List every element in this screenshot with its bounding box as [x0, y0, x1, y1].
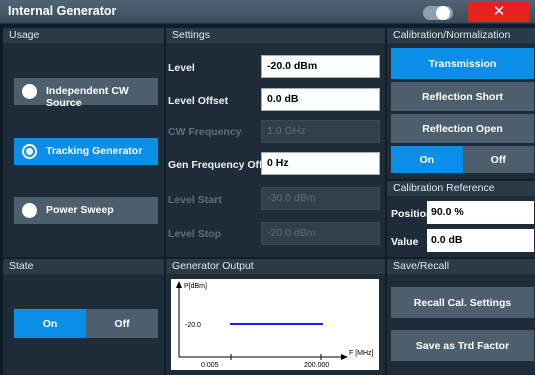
x-stop-label: 200.000	[304, 362, 329, 369]
gen-frequency-offset-label: Gen Frequency Offs	[168, 159, 269, 171]
toggle-knob	[436, 6, 450, 20]
usage-option-tracking-generator[interactable]: Tracking Generator	[14, 138, 158, 165]
level-field[interactable]: -20.0 dBm	[261, 55, 380, 78]
output-plot: P[dBm] -20.0 0.005 200.000 F [MHz]	[176, 281, 374, 369]
save-recall-header: Save/Recall	[387, 259, 535, 274]
calibration-header: Calibration/Normalization	[387, 28, 535, 43]
generator-output-graph: P[dBm] -20.0 0.005 200.000 F [MHz]	[171, 279, 379, 370]
x-axis-arrow-icon	[341, 354, 348, 360]
usage-option-label: Power Sweep	[46, 204, 114, 216]
radio-icon	[22, 203, 37, 218]
reflection-open-button[interactable]: Reflection Open	[391, 114, 534, 143]
calibration-off-option[interactable]: Off	[462, 146, 534, 173]
cw-frequency-field: 1.0 GHz	[261, 120, 380, 143]
level-stop-label: Level Stop	[168, 228, 222, 240]
usage-option-label: Independent CW Source	[46, 85, 129, 109]
radio-icon	[22, 84, 37, 99]
usage-option-independent-cw-source[interactable]: Independent CW Source	[14, 78, 158, 109]
calibration-reference-header: Calibration Reference	[387, 181, 535, 196]
gen-frequency-offset-field[interactable]: 0 Hz	[261, 152, 380, 175]
value-label: Value	[391, 236, 419, 248]
close-button[interactable]: ✕	[468, 2, 530, 22]
title-bar: Internal Generator ✕	[0, 0, 535, 24]
state-on-off-toggle[interactable]: On Off	[14, 309, 158, 338]
recall-cal-settings-button[interactable]: Recall Cal. Settings	[391, 287, 534, 318]
internal-generator-dialog: Internal Generator ✕ Usage Independent C…	[0, 0, 535, 375]
value-field[interactable]: 0.0 dB	[427, 229, 534, 252]
position-field[interactable]: 90.0 %	[427, 201, 534, 224]
x-axis-label: F [MHz]	[349, 350, 374, 357]
transmission-button[interactable]: Transmission	[391, 48, 534, 79]
y-axis-arrow-icon	[176, 281, 182, 288]
level-tick-label: -20.0	[185, 322, 201, 329]
state-on-option[interactable]: On	[14, 309, 86, 338]
level-stop-field: -20.0 dBm	[261, 222, 380, 245]
radio-selected-icon	[22, 144, 37, 159]
level-start-label: Level Start	[168, 194, 222, 206]
y-axis-label: P[dBm]	[184, 283, 207, 290]
state-header: State	[3, 259, 164, 274]
level-offset-field[interactable]: 0.0 dB	[261, 88, 380, 111]
usage-header: Usage	[3, 28, 164, 43]
close-icon: ✕	[492, 3, 506, 20]
dialog-title: Internal Generator	[8, 4, 117, 18]
level-label: Level	[168, 62, 195, 74]
settings-header: Settings	[166, 28, 385, 43]
level-start-field: -30.0 dBm	[261, 187, 380, 210]
x-start-label: 0.005	[201, 362, 219, 369]
usage-option-power-sweep[interactable]: Power Sweep	[14, 197, 158, 224]
generator-output-header: Generator Output	[166, 259, 385, 274]
usage-option-label: Tracking Generator	[46, 145, 143, 157]
save-as-trd-factor-button[interactable]: Save as Trd Factor	[391, 330, 534, 361]
level-offset-label: Level Offset	[168, 95, 229, 107]
calibration-on-off-toggle[interactable]: On Off	[391, 146, 534, 173]
state-off-option[interactable]: Off	[86, 309, 158, 338]
calibration-on-option[interactable]: On	[391, 146, 463, 173]
reflection-short-button[interactable]: Reflection Short	[391, 82, 534, 111]
cw-frequency-label: CW Frequency	[168, 126, 242, 138]
transparency-toggle[interactable]	[423, 6, 453, 20]
